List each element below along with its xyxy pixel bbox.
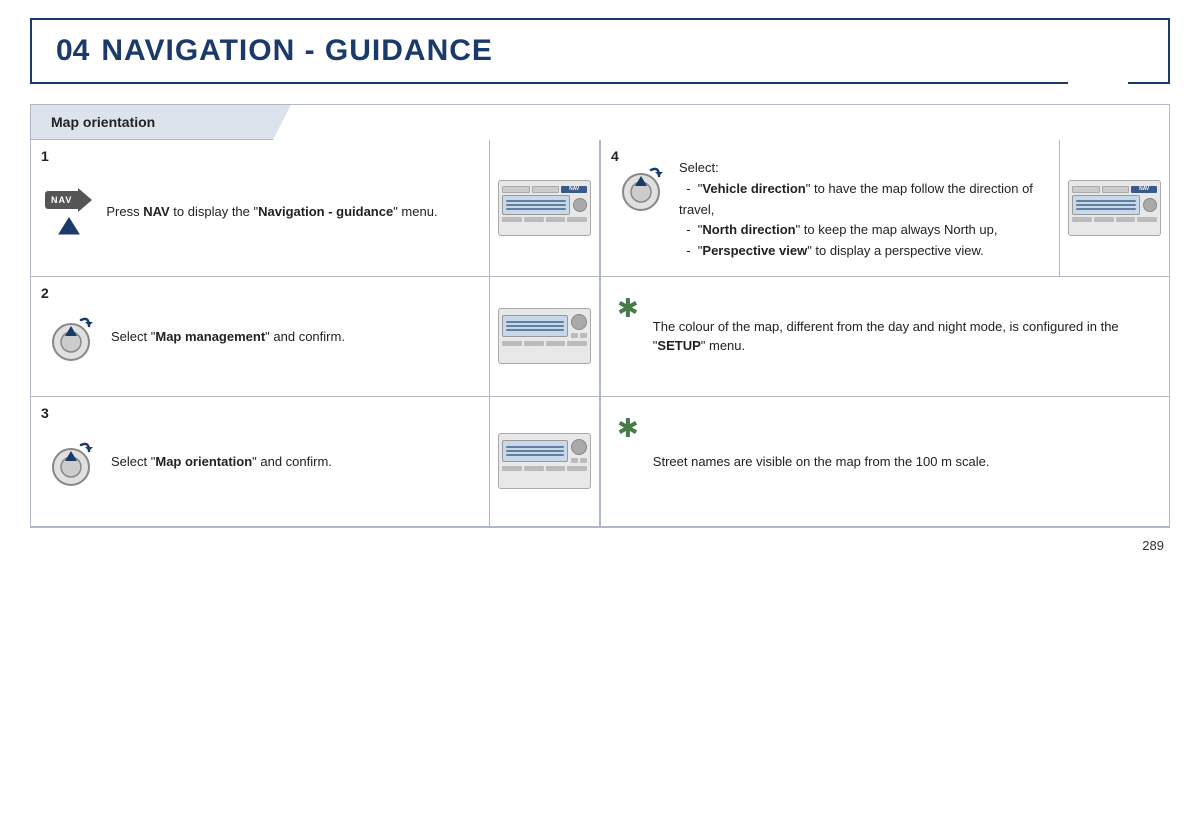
note-2-cell: ✱ Street names are visible on the map fr… xyxy=(600,397,1169,527)
page-header: 04 NAVIGATION - GUIDANCE xyxy=(30,18,1170,84)
step-3-number: 3 xyxy=(41,405,49,421)
step-2-text: Select "Map management" and confirm. xyxy=(111,327,475,347)
radio-unit-2 xyxy=(498,308,591,364)
radio-unit-3 xyxy=(498,433,591,489)
rotary-3-icon xyxy=(45,437,97,489)
step-3-radio xyxy=(489,397,599,526)
step-4-text: Select: - "Vehicle direction" to have th… xyxy=(679,154,1045,262)
radio-unit-1: NAV xyxy=(498,180,591,236)
step-4-cell: 4 Select: - "Vehi xyxy=(600,140,1169,277)
rotary-4-icon xyxy=(615,162,667,214)
section-title-tab: Map orientation xyxy=(31,105,291,140)
note-1-content: ✱ The colour of the map, different from … xyxy=(601,277,1169,396)
note-1-text: The colour of the map, different from th… xyxy=(653,317,1153,356)
header-title: NAVIGATION - GUIDANCE xyxy=(101,34,493,67)
step-2-number: 2 xyxy=(41,285,49,301)
page-number: 289 xyxy=(0,528,1200,561)
section-container: Map orientation 1 NAV xyxy=(30,104,1170,528)
step-1-radio: NAV xyxy=(489,140,599,276)
step-2-radio xyxy=(489,277,599,396)
step-4-radio: NAV xyxy=(1059,140,1169,276)
step-4-content: 4 Select: - "Vehi xyxy=(601,140,1059,276)
rotary-2-icon xyxy=(45,312,97,364)
step-1-cell: 1 NAV Press NAV to display the "Navigati… xyxy=(31,140,600,277)
step-1-number: 1 xyxy=(41,148,49,164)
step-3-text: Select "Map orientation" and confirm. xyxy=(111,452,475,472)
star-icon-2: ✱ xyxy=(617,415,639,441)
step-1-text: Press NAV to display the "Navigation - g… xyxy=(106,194,475,222)
note-2-text: Street names are visible on the map from… xyxy=(653,452,1153,472)
radio-unit-4: NAV xyxy=(1068,180,1161,236)
note-2-content: ✱ Street names are visible on the map fr… xyxy=(601,397,1169,526)
step-2-content: 2 Select "Map management" and confirm. xyxy=(31,277,489,396)
star-icon-1: ✱ xyxy=(617,295,639,321)
nav-up-arrow-icon xyxy=(55,216,83,238)
step-2-cell: 2 Select "Map management" and confirm. xyxy=(31,277,600,397)
note-1-cell: ✱ The colour of the map, different from … xyxy=(600,277,1169,397)
step-3-cell: 3 Select "Map orientation" and confirm. xyxy=(31,397,600,527)
header-number: 04 xyxy=(56,34,89,67)
nav-icon: NAV xyxy=(45,188,92,238)
step-3-content: 3 Select "Map orientation" and confirm. xyxy=(31,397,489,526)
